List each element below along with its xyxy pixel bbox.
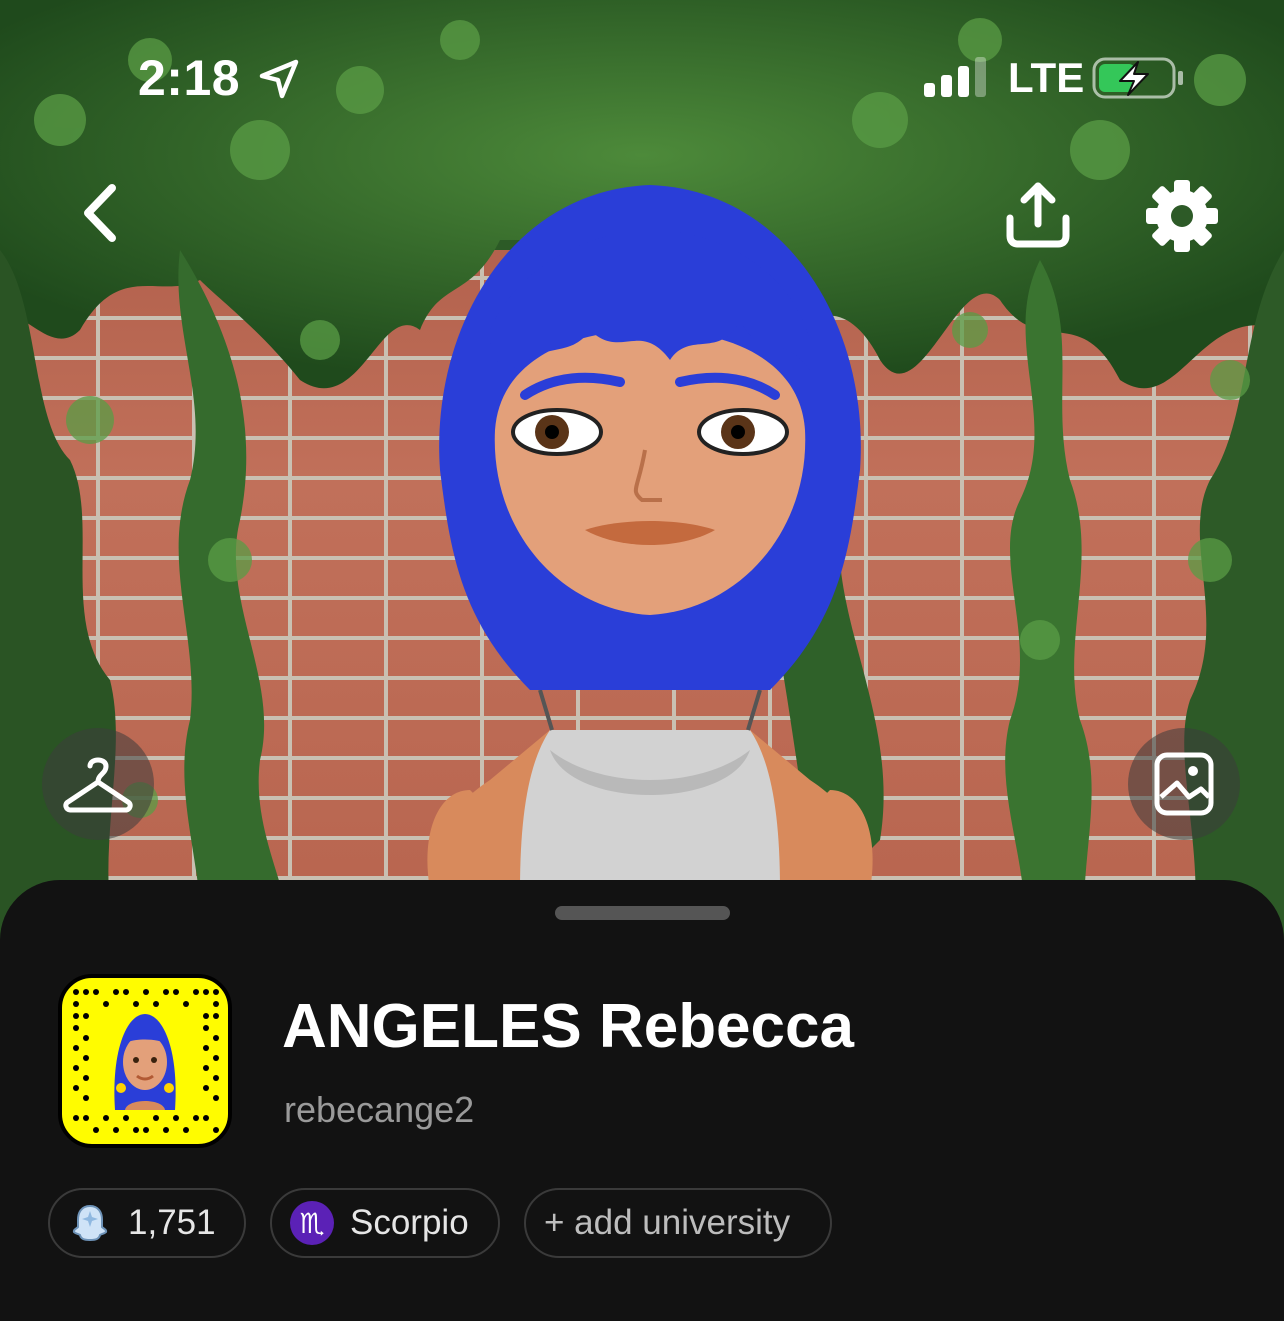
username: rebecange2 <box>284 1089 475 1130</box>
share-upload-icon[interactable] <box>1000 178 1076 254</box>
snapcode-pattern <box>73 989 219 1133</box>
network-type: LTE <box>1008 54 1085 101</box>
sheet-grabber[interactable] <box>555 906 730 920</box>
snapcode-icon[interactable] <box>58 974 232 1148</box>
ghost-score-icon <box>72 1204 108 1242</box>
display-name: ANGELES Rebecca <box>282 992 854 1061</box>
add-university-chip[interactable]: + add university <box>524 1188 832 1258</box>
outfit-button[interactable] <box>42 728 154 840</box>
add-university-label: + add university <box>544 1203 791 1242</box>
profile-screen: 2:18 LTE ANGELES Rebecca rebecange2 1,75… <box>0 0 1284 1321</box>
snap-score-value: 1,751 <box>128 1203 216 1242</box>
image-frame-icon <box>1154 752 1214 816</box>
hanger-icon <box>63 757 133 813</box>
snap-score-chip[interactable]: 1,751 <box>48 1188 246 1258</box>
status-time: 2:18 <box>138 50 241 106</box>
profile-sheet: ANGELES Rebecca rebecange2 1,751 ♏ Scorp… <box>0 880 1284 1321</box>
battery-charging-icon <box>1092 57 1183 99</box>
change-background-button[interactable] <box>1128 728 1240 840</box>
bitmoji-avatar[interactable] <box>380 170 920 890</box>
zodiac-chip[interactable]: ♏ Scorpio <box>270 1188 500 1258</box>
location-arrow-icon <box>259 59 299 99</box>
signal-bars-icon <box>924 57 986 97</box>
gear-icon[interactable] <box>1142 176 1222 256</box>
chevron-left-icon[interactable] <box>66 178 136 248</box>
zodiac-label: Scorpio <box>350 1203 469 1242</box>
scorpio-icon: ♏ <box>290 1201 334 1245</box>
